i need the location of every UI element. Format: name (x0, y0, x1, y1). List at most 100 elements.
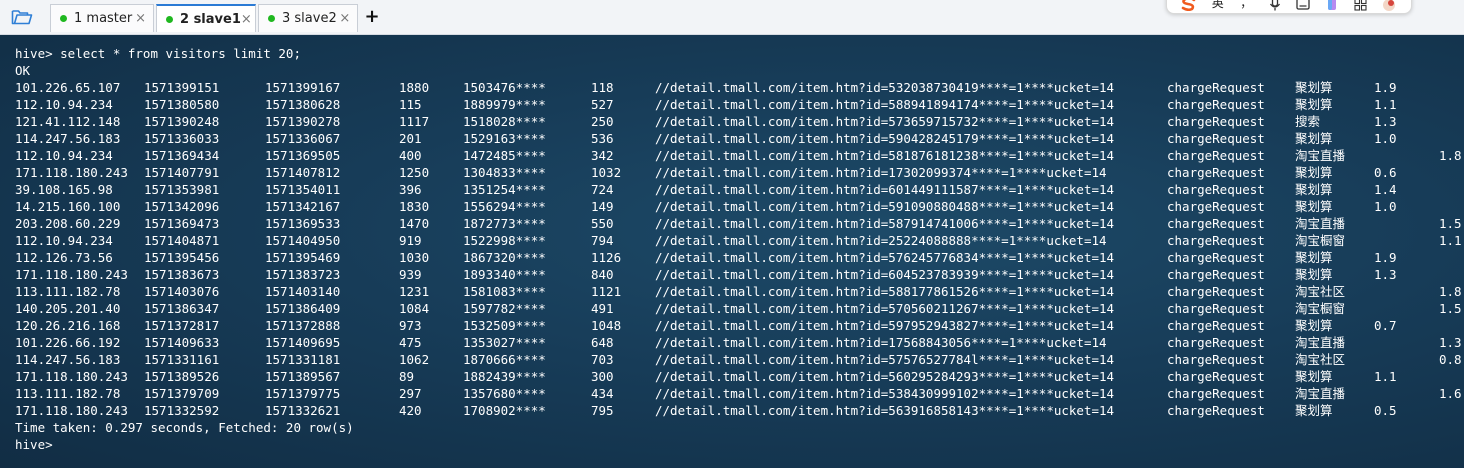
result-row: 112.126.73.56 1571395456 1571395469 1030 186… (15, 249, 1455, 266)
score-cell: 1.5 (1439, 301, 1462, 316)
terminal-output[interactable]: hive> select * from visitors limit 20; O… (0, 35, 1464, 468)
url-cell: //detail.tmall.com/item.htm?id=173020993… (655, 165, 1107, 180)
url-cell: //detail.tmall.com/item.htm?id=588177861… (655, 284, 1115, 299)
url-cell: //detail.tmall.com/item.htm?id=573659715… (655, 114, 1115, 129)
ip-cell: 101.226.66.192 (15, 335, 121, 350)
skin-icon[interactable] (1318, 0, 1347, 11)
result-row: 101.226.65.107 1571399151 1571399167 1880 15… (15, 79, 1455, 96)
ip-cell: 140.205.201.40 (15, 301, 121, 316)
connected-status-icon (60, 15, 67, 22)
event-cell: chargeRequest (1167, 301, 1265, 316)
end-time-cell: 1571399167 (265, 80, 341, 95)
url-cell: //detail.tmall.com/item.htm?id=576245776… (655, 250, 1115, 265)
ime-punctuation-toggle[interactable]: ， (1232, 0, 1261, 11)
pages-cell: 250 (591, 114, 614, 129)
url-cell: //detail.tmall.com/item.htm?id=604523783… (655, 267, 1115, 282)
score-cell: 1.8 (1439, 148, 1462, 163)
duration-cell: 919 (399, 233, 422, 248)
channel-cell: 淘宝橱窗 (1295, 301, 1346, 316)
ime-logo-icon[interactable] (1175, 0, 1204, 11)
event-cell: chargeRequest (1167, 114, 1265, 129)
tab-slave1[interactable]: 2 slave1 × (156, 4, 256, 32)
tab-close-icon[interactable]: × (337, 11, 353, 26)
user-cell: 1532509**** (463, 318, 546, 333)
tab-close-icon[interactable]: × (241, 12, 252, 27)
connected-status-icon (166, 15, 173, 23)
duration-cell: 1062 (399, 352, 430, 367)
duration-cell: 1030 (399, 250, 430, 265)
result-row: 120.26.216.168 1571372817 1571372888 973 153… (15, 317, 1455, 334)
end-time-cell: 1571369505 (265, 148, 341, 163)
tab-master[interactable]: 1 master × (50, 4, 154, 32)
end-time-cell: 1571369533 (265, 216, 341, 231)
event-cell: chargeRequest (1167, 250, 1265, 265)
end-time-cell: 1571354011 (265, 182, 341, 197)
duration-cell: 1231 (399, 284, 430, 299)
url-cell: //detail.tmall.com/item.htm?id=570560211… (655, 301, 1115, 316)
channel-cell: 聚划算 (1295, 403, 1333, 418)
prompt-line: hive> (15, 437, 53, 452)
pages-cell: 1121 (591, 284, 622, 299)
channel-cell: 聚划算 (1295, 131, 1333, 146)
ime-language-toggle[interactable]: 英 (1204, 0, 1233, 11)
sogou-s-icon (1181, 0, 1196, 11)
ip-cell: 101.226.65.107 (15, 80, 121, 95)
url-cell: //detail.tmall.com/item.htm?id=560295284… (655, 369, 1115, 384)
tab-close-icon[interactable]: × (132, 11, 149, 26)
score-cell: 1.5 (1439, 216, 1462, 231)
event-cell: chargeRequest (1167, 199, 1265, 214)
toolbox-grid-icon[interactable] (1346, 0, 1375, 11)
folder-open-icon (11, 10, 33, 25)
tab-slave2[interactable]: 3 slave2 × (258, 4, 358, 32)
user-cell: 1503476**** (463, 80, 546, 95)
result-row: 112.10.94.234 1571369434 1571369505 400 1472… (15, 147, 1462, 164)
result-row: 171.118.180.243 1571383673 1571383723 939 18… (15, 266, 1455, 283)
end-time-cell: 1571403140 (265, 284, 341, 299)
new-tab-button[interactable]: + (362, 6, 382, 28)
result-row: 203.208.60.229 1571369473 1571369533 1470 18… (15, 215, 1462, 232)
start-time-cell: 1571342096 (144, 199, 220, 214)
pages-cell: 794 (591, 233, 614, 248)
microphone-icon[interactable] (1261, 0, 1290, 11)
end-time-cell: 1571395469 (265, 250, 341, 265)
url-cell: //detail.tmall.com/item.htm?id=590428245… (655, 131, 1115, 146)
url-cell: //detail.tmall.com/item.htm?id=597952943… (655, 318, 1115, 333)
pages-cell: 300 (591, 369, 614, 384)
start-time-cell: 1571403076 (144, 284, 220, 299)
score-cell: 1.1 (1374, 369, 1397, 384)
score-cell: 1.0 (1374, 199, 1397, 214)
channel-cell: 淘宝橱窗 (1295, 233, 1346, 248)
event-cell: chargeRequest (1167, 318, 1265, 333)
start-time-cell: 1571372817 (144, 318, 220, 333)
user-cell: 1518028**** (463, 114, 546, 129)
start-time-cell: 1571389526 (144, 369, 220, 384)
command-line: hive> select * from visitors limit 20; (15, 46, 301, 61)
ip-cell: 120.26.216.168 (15, 318, 121, 333)
url-cell: //detail.tmall.com/item.htm?id=575765277… (655, 352, 1115, 367)
duration-cell: 420 (399, 403, 422, 418)
pages-cell: 536 (591, 131, 614, 146)
ime-toolbar: 英 ， (1166, 0, 1412, 14)
score-cell: 1.8 (1439, 284, 1462, 299)
end-time-cell: 1571372888 (265, 318, 341, 333)
pages-cell: 434 (591, 386, 614, 401)
keyboard-icon[interactable] (1289, 0, 1318, 11)
duration-cell: 973 (399, 318, 422, 333)
event-cell: chargeRequest (1167, 80, 1265, 95)
pages-cell: 342 (591, 148, 614, 163)
start-time-cell: 1571331161 (144, 352, 220, 367)
result-row: 171.118.180.243 1571389526 1571389567 89 188… (15, 368, 1455, 385)
ip-cell: 112.10.94.234 (15, 148, 113, 163)
end-time-cell: 1571390278 (265, 114, 341, 129)
channel-cell: 淘宝直播 (1295, 148, 1346, 163)
session-manager-button[interactable] (8, 6, 36, 28)
end-time-cell: 1571409695 (265, 335, 341, 350)
result-row: 112.10.94.234 1571380580 1571380628 115 1889… (15, 96, 1455, 113)
pages-cell: 149 (591, 199, 614, 214)
ip-cell: 14.215.160.100 (15, 199, 121, 214)
pages-cell: 550 (591, 216, 614, 231)
avatar[interactable] (1375, 0, 1404, 11)
duration-cell: 1084 (399, 301, 430, 316)
pages-cell: 1048 (591, 318, 622, 333)
channel-cell: 搜索 (1295, 114, 1321, 129)
